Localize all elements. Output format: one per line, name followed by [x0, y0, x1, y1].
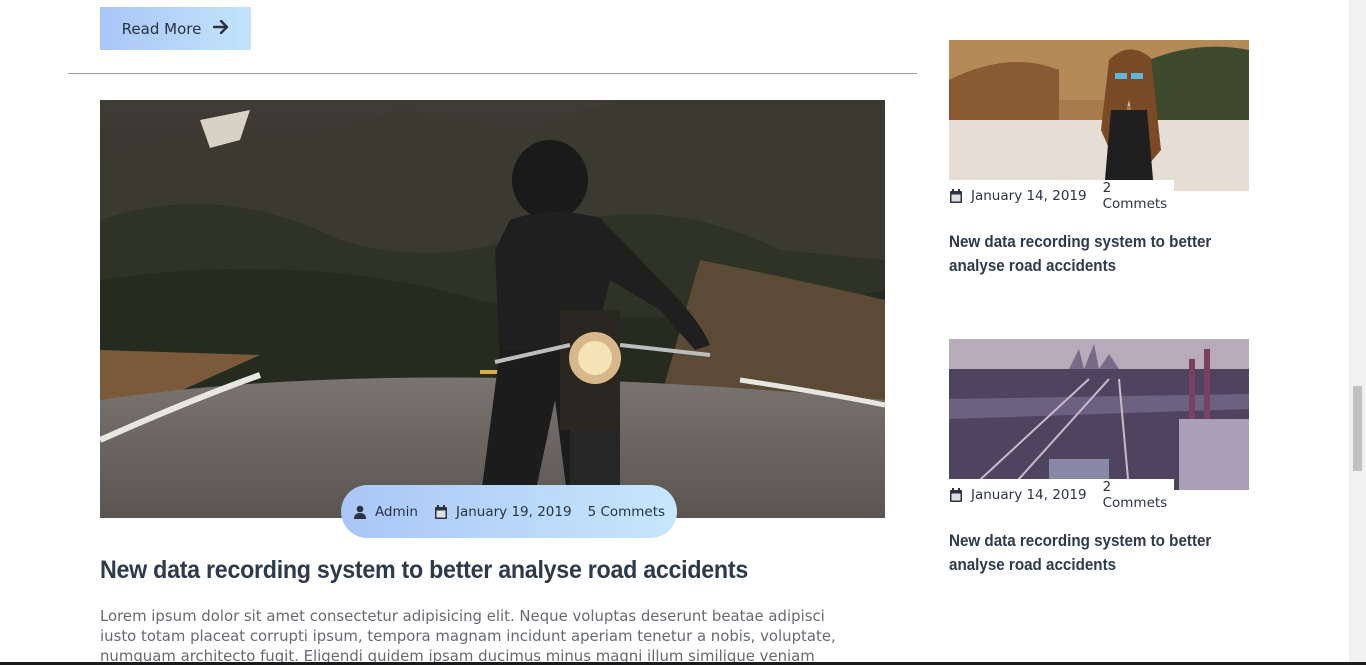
- calendar-icon: [949, 488, 963, 502]
- sidebar-post-thumbnail[interactable]: [949, 339, 1249, 490]
- sidebar-post-comments[interactable]: 2 Commets: [1103, 479, 1174, 511]
- author-name: Admin: [374, 503, 418, 520]
- sidebar-post-card[interactable]: January 14, 2019 2 Commets New data reco…: [949, 40, 1249, 280]
- user-icon: [353, 505, 367, 519]
- page-scrollbar[interactable]: [1349, 0, 1366, 665]
- calendar-icon: [949, 189, 963, 203]
- sidebar-post-comments[interactable]: 2 Commets: [1103, 180, 1174, 212]
- comments-count: 5 Commets: [587, 503, 666, 520]
- post-title[interactable]: New data recording system to better anal…: [100, 556, 844, 585]
- sidebar-post-meta: January 14, 2019 2 Commets: [949, 479, 1174, 511]
- comments-link[interactable]: 5 Commets: [588, 504, 666, 520]
- post-hero-image[interactable]: [100, 100, 885, 518]
- author-meta[interactable]: Admin: [353, 504, 418, 520]
- post-date: January 19, 2019: [455, 503, 572, 520]
- arrow-right-icon: [213, 19, 229, 38]
- sidebar-post-date: January 14, 2019: [971, 487, 1087, 503]
- date-meta: January 14, 2019: [949, 188, 1087, 204]
- scrollbar-thumb[interactable]: [1353, 386, 1362, 471]
- read-more-label: Read More: [121, 19, 202, 38]
- sidebar-post-thumbnail[interactable]: [949, 40, 1249, 191]
- date-meta: January 14, 2019: [949, 487, 1087, 503]
- sidebar-post-date: January 14, 2019: [971, 188, 1087, 204]
- date-meta: January 19, 2019: [434, 504, 572, 520]
- section-divider: [68, 73, 917, 74]
- calendar-icon: [434, 504, 448, 519]
- sidebar-post-title[interactable]: New data recording system to better anal…: [949, 230, 1225, 278]
- sidebar-post-card[interactable]: January 14, 2019 2 Commets New data reco…: [949, 339, 1249, 579]
- post-meta-bar: Admin January 19, 2019 5 Commets: [341, 485, 677, 538]
- sidebar-post-meta: January 14, 2019 2 Commets: [949, 180, 1174, 212]
- sidebar-post-title[interactable]: New data recording system to better anal…: [949, 529, 1225, 577]
- read-more-button[interactable]: Read More: [100, 7, 251, 50]
- post-excerpt: Lorem ipsum dolor sit amet consectetur a…: [100, 607, 836, 665]
